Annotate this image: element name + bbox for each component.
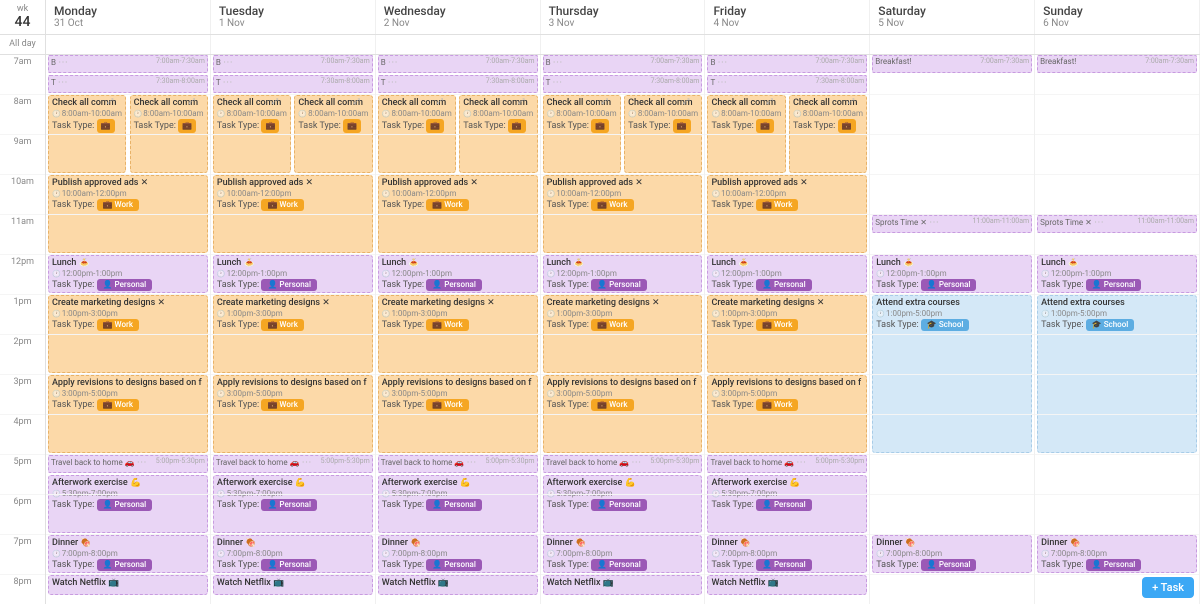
- day-column-sun[interactable]: Breakfast!7:00am-7:30am Sprots Time ✕ ⋯1…: [1035, 55, 1200, 604]
- hour-label: 4pm: [0, 415, 45, 455]
- hour-label: 3pm: [0, 375, 45, 415]
- allday-cell[interactable]: [541, 35, 706, 54]
- day-header-row: wk 44 Monday31 Oct Tuesday1 Nov Wednesda…: [0, 0, 1200, 35]
- day-column-wed[interactable]: B ⋯7:00am-7:30am B ⋯7:00am-7:30am T ⋯7:3…: [376, 55, 541, 604]
- day-header-sun[interactable]: Sunday6 Nov: [1035, 0, 1200, 34]
- week-number-cell: wk 44: [0, 0, 46, 34]
- allday-label: All day: [0, 35, 46, 54]
- hour-label: 11am: [0, 215, 45, 255]
- allday-row: All day: [0, 35, 1200, 55]
- allday-cell[interactable]: [376, 35, 541, 54]
- allday-cell[interactable]: [211, 35, 376, 54]
- day-header-fri[interactable]: Friday4 Nov: [705, 0, 870, 34]
- day-column-sat[interactable]: Breakfast!7:00am-7:30am Sprots Time ✕ ⋯1…: [870, 55, 1035, 604]
- day-column-fri[interactable]: B ⋯7:00am-7:30am B ⋯7:00am-7:30am T ⋯7:3…: [705, 55, 870, 604]
- hour-label: 2pm: [0, 335, 45, 375]
- day-header-mon[interactable]: Monday31 Oct: [46, 0, 211, 34]
- hour-label: 9am: [0, 135, 45, 175]
- hour-label: 8pm: [0, 575, 45, 604]
- allday-cell[interactable]: [1035, 35, 1200, 54]
- allday-cell[interactable]: [46, 35, 211, 54]
- time-column: 7am 8am 9am 10am 11am 12pm 1pm 2pm 3pm 4…: [0, 55, 46, 604]
- hour-label: 6pm: [0, 495, 45, 535]
- day-column-thu[interactable]: B ⋯7:00am-7:30am B ⋯7:00am-7:30am T ⋯7:3…: [541, 55, 706, 604]
- hour-label: 10am: [0, 175, 45, 215]
- hour-label: 5pm: [0, 455, 45, 495]
- hour-label: 1pm: [0, 295, 45, 335]
- week-number: 44: [15, 14, 31, 30]
- day-header-thu[interactable]: Thursday3 Nov: [541, 0, 706, 34]
- hour-label: 7am: [0, 55, 45, 95]
- hour-label: 12pm: [0, 255, 45, 295]
- day-column-tue[interactable]: B ⋯7:00am-7:30am B ⋯7:00am-7:30am T ⋯7:3…: [211, 55, 376, 604]
- day-header-sat[interactable]: Saturday5 Nov: [870, 0, 1035, 34]
- calendar-body: 7am 8am 9am 10am 11am 12pm 1pm 2pm 3pm 4…: [0, 55, 1200, 604]
- week-label: wk: [17, 4, 28, 14]
- day-column-mon[interactable]: B ⋯7:00am-7:30am B ⋯7:00am-7:30am T ⋯7:3…: [46, 55, 211, 604]
- add-task-button[interactable]: Task: [1142, 577, 1194, 598]
- day-header-wed[interactable]: Wednesday2 Nov: [376, 0, 541, 34]
- hour-label: 8am: [0, 95, 45, 135]
- calendar-week-view: wk 44 Monday31 Oct Tuesday1 Nov Wednesda…: [0, 0, 1200, 604]
- day-header-tue[interactable]: Tuesday1 Nov: [211, 0, 376, 34]
- allday-cell[interactable]: [705, 35, 870, 54]
- hour-label: 7pm: [0, 535, 45, 575]
- allday-cell[interactable]: [870, 35, 1035, 54]
